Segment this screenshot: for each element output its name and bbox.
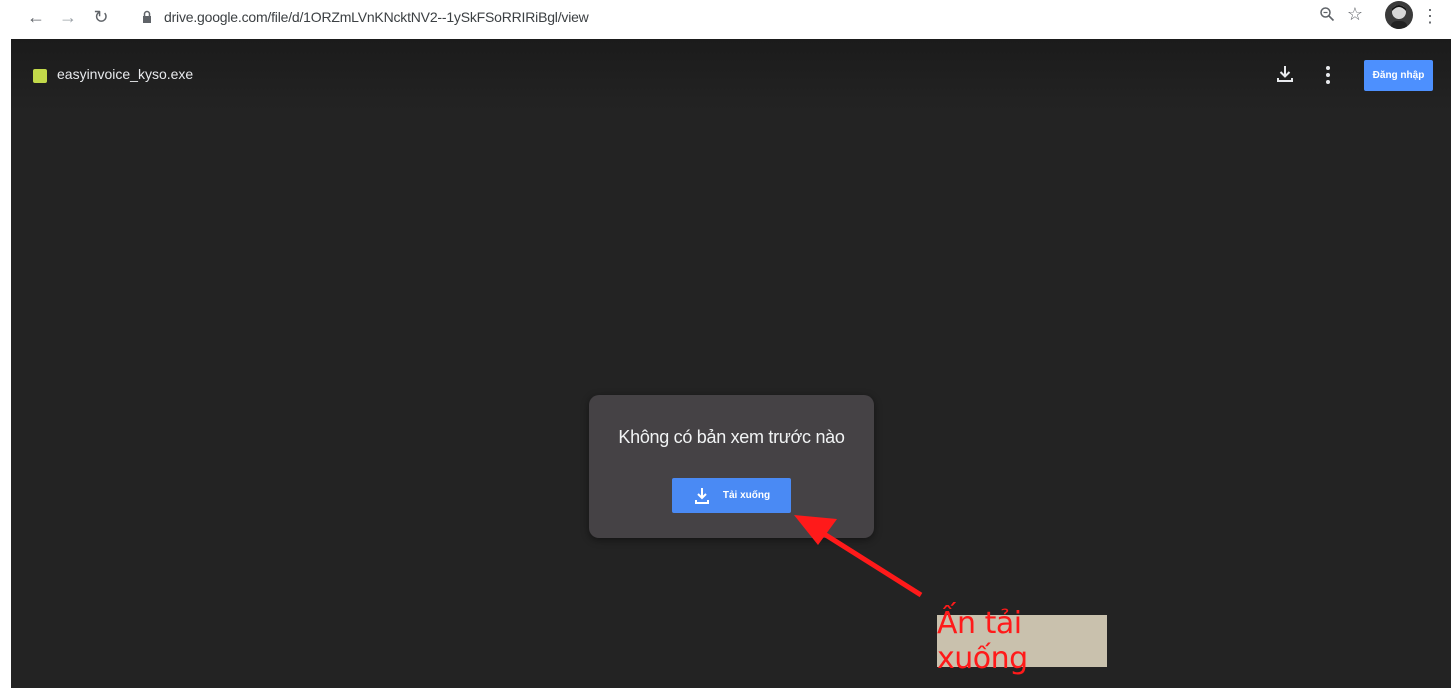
annotation-arrow	[794, 515, 923, 598]
drive-file-viewer: easyinvoice_kyso.exe Đăng nhập Không có …	[11, 39, 1451, 688]
download-icon[interactable]	[1275, 64, 1295, 84]
profile-photo-icon	[1391, 5, 1407, 29]
file-name: easyinvoice_kyso.exe	[57, 66, 194, 82]
no-preview-message: Không có bản xem trước nào	[618, 427, 845, 447]
bookmark-star-icon[interactable]: ☆	[1347, 4, 1363, 25]
download-button-icon	[694, 487, 709, 504]
zoom-icon[interactable]	[1319, 6, 1335, 22]
no-preview-card: Không có bản xem trước nào Tải xuống	[589, 395, 874, 538]
reload-icon[interactable]: ↻	[91, 7, 111, 27]
download-button-label: Tải xuống	[722, 490, 771, 501]
browser-toolbar: ← → ↻ drive.google.com/file/d/1ORZmLVnKN…	[0, 0, 1451, 36]
download-button[interactable]: Tải xuống	[672, 478, 791, 513]
forward-arrow-icon[interactable]: →	[58, 7, 78, 27]
back-arrow-icon[interactable]: ←	[26, 7, 46, 27]
signin-button[interactable]: Đăng nhập	[1364, 60, 1433, 91]
avatar[interactable]	[1385, 1, 1413, 29]
address-bar[interactable]: drive.google.com/file/d/1ORZmLVnKNcktNV2…	[120, 3, 1400, 31]
viewer-header	[11, 39, 1451, 111]
browser-menu-icon[interactable]: ⋮	[1421, 6, 1439, 27]
file-type-icon	[33, 69, 47, 83]
more-options-icon[interactable]	[1322, 64, 1334, 86]
url-text: drive.google.com/file/d/1ORZmLVnKNcktNV2…	[164, 9, 589, 25]
annotation-label: Ấn tải xuống	[937, 606, 1107, 676]
lock-icon	[143, 10, 151, 23]
